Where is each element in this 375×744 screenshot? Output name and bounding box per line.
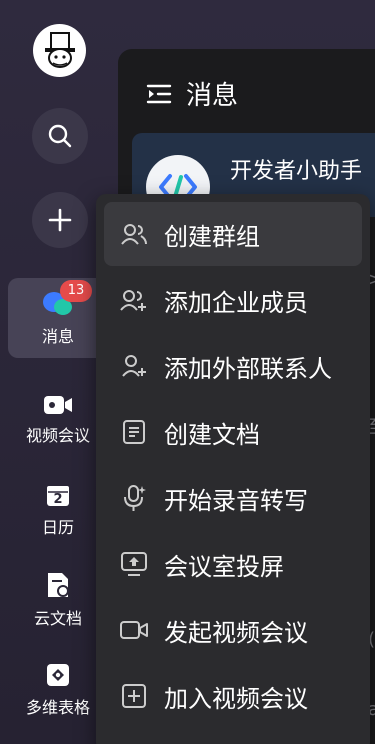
nav-item-cloud-docs[interactable]: 云文档 xyxy=(8,560,108,640)
menu-item-add-external-contact[interactable]: 添加外部联系人 xyxy=(104,334,362,398)
nav-label-calendar: 日历 xyxy=(41,518,74,537)
chat-name: 开发者小助手 xyxy=(230,159,363,184)
mic-icon xyxy=(118,482,150,514)
add-member-icon xyxy=(118,284,150,316)
menu-label: 添加外部联系人 xyxy=(164,354,332,383)
video-camera-icon xyxy=(44,396,72,414)
menu-item-add-member[interactable]: 添加企业成员 xyxy=(104,268,362,332)
menu-label: 添加企业成员 xyxy=(164,288,308,317)
menu-label: 创建群组 xyxy=(164,222,260,251)
page-title: 消息 xyxy=(186,81,239,111)
calendar-icon: 2 xyxy=(45,482,71,508)
menu-label: 会议室投屏 xyxy=(164,552,284,581)
menu-label: 创建文档 xyxy=(164,420,260,449)
search-icon xyxy=(48,124,72,148)
menu-label: 开始录音转写 xyxy=(164,486,308,515)
menu-item-start-transcription[interactable]: 开始录音转写 xyxy=(104,466,362,530)
nav-item-messages[interactable]: 消息 xyxy=(8,278,108,358)
calendar-date: 2 xyxy=(53,492,63,507)
menu-label: 发起视频会议 xyxy=(164,618,308,647)
menu-item-start-video-meeting[interactable]: 发起视频会议 xyxy=(104,598,362,662)
nav-item-calendar[interactable]: 2 日历 xyxy=(8,470,108,550)
menu-item-room-screen-cast[interactable]: 会议室投屏 xyxy=(104,532,362,596)
menu-label: 加入视频会议 xyxy=(164,684,308,713)
nav-label-video-meeting: 视频会议 xyxy=(25,426,90,445)
nav-item-video-meeting[interactable]: 视频会议 xyxy=(8,380,108,460)
document-icon xyxy=(118,416,150,448)
nav-label-messages: 消息 xyxy=(41,327,74,346)
video-icon xyxy=(118,614,150,646)
menu-item-join-video-meeting[interactable]: 加入视频会议 xyxy=(104,664,362,728)
unread-badge: 13 xyxy=(60,280,92,302)
add-button[interactable] xyxy=(32,192,88,248)
cloud-doc-icon xyxy=(48,573,69,597)
nav-item-multi-table[interactable]: 多维表格 xyxy=(8,650,108,730)
join-plus-icon xyxy=(118,680,150,712)
avatar-icon xyxy=(44,31,75,68)
nav-label-multi-table: 多维表格 xyxy=(25,698,90,717)
search-button[interactable] xyxy=(32,108,88,164)
add-contact-icon xyxy=(118,350,150,382)
group-icon xyxy=(118,218,150,250)
nav-label-cloud-docs: 云文档 xyxy=(33,609,82,628)
screen-cast-icon xyxy=(118,548,150,580)
messages-header: 消息 xyxy=(146,75,238,112)
menu-item-create-document[interactable]: 创建文档 xyxy=(104,400,362,464)
avatar[interactable] xyxy=(33,24,86,77)
menu-item-create-group[interactable]: 创建群组 xyxy=(104,202,362,266)
add-menu: 创建群组 添加企业成员 添加外部联系人 创建文档 开始录音转写 会议室投屏 发起… xyxy=(96,194,370,744)
plus-icon xyxy=(48,208,72,232)
collapse-list-icon[interactable] xyxy=(146,83,172,105)
multi-table-icon xyxy=(47,664,69,686)
app-window: 消息 13 视频会议 2 日历 云文档 多维表格 消息 开发者小助手 (a 创… xyxy=(0,0,375,744)
